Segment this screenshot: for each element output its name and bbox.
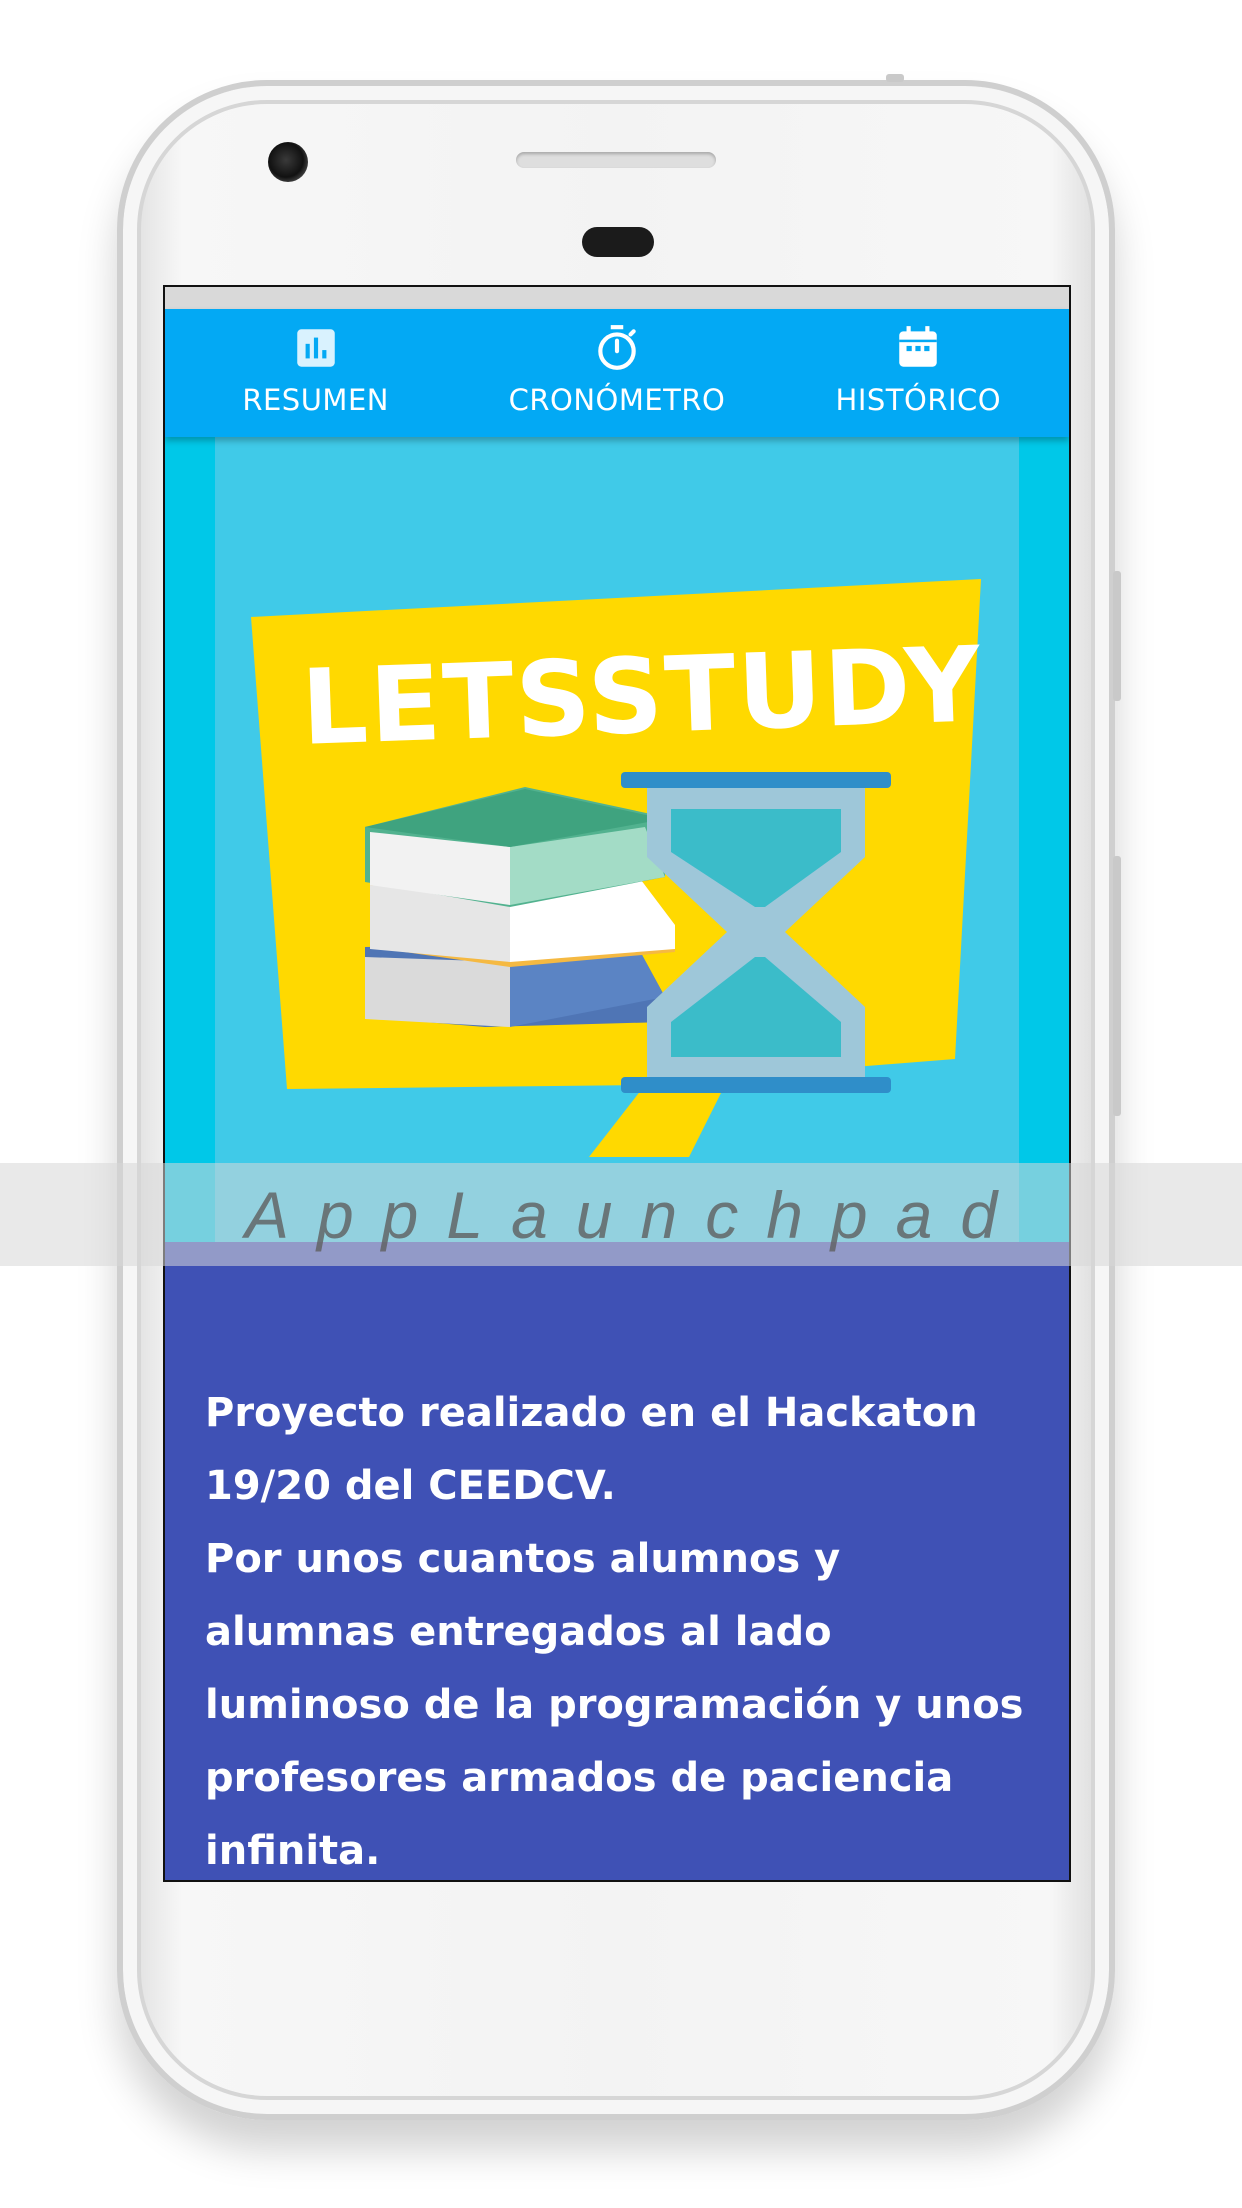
proximity-sensor — [582, 227, 654, 257]
tab-resumen-label: RESUMEN — [242, 383, 389, 417]
watermark-text: AppLaunchpad — [244, 1177, 1026, 1252]
description-paragraph-1: Proyecto realizado en el Hackaton 19/20 … — [205, 1390, 978, 1509]
letsstudy-logo: LETSSTUDY — [251, 579, 984, 1157]
status-bar — [165, 287, 1069, 309]
description-paragraph-2: Por unos cuantos alumnos y alumnas entre… — [205, 1536, 1024, 1874]
top-button — [886, 74, 904, 82]
front-camera — [268, 142, 308, 182]
bar-chart-icon — [296, 329, 335, 367]
watermark-banner: AppLaunchpad — [0, 1163, 1242, 1266]
tab-cronometro[interactable]: CRONÓMETRO — [466, 309, 767, 437]
books-illustration — [365, 787, 675, 1027]
power-button — [1113, 571, 1121, 701]
tab-resumen[interactable]: RESUMEN — [165, 309, 466, 437]
tab-historico-label: HISTÓRICO — [835, 383, 1002, 417]
project-description: Proyecto realizado en el Hackaton 19/20 … — [205, 1377, 1035, 1880]
volume-button — [1113, 856, 1121, 1116]
hero-image: LETSSTUDY — [165, 437, 1069, 1242]
tab-cronometro-label: CRONÓMETRO — [508, 383, 726, 417]
tab-bar: RESUMEN CRONÓMETRO HISTÓRICO — [165, 309, 1069, 437]
calendar-icon — [899, 326, 938, 367]
stopwatch-icon — [598, 325, 636, 370]
logo-text: LETSSTUDY — [299, 623, 984, 769]
earpiece-speaker — [516, 152, 716, 168]
tab-historico[interactable]: HISTÓRICO — [768, 309, 1069, 437]
app-screen: RESUMEN CRONÓMETRO HISTÓRICO LETSSTUDY P… — [163, 285, 1071, 1882]
